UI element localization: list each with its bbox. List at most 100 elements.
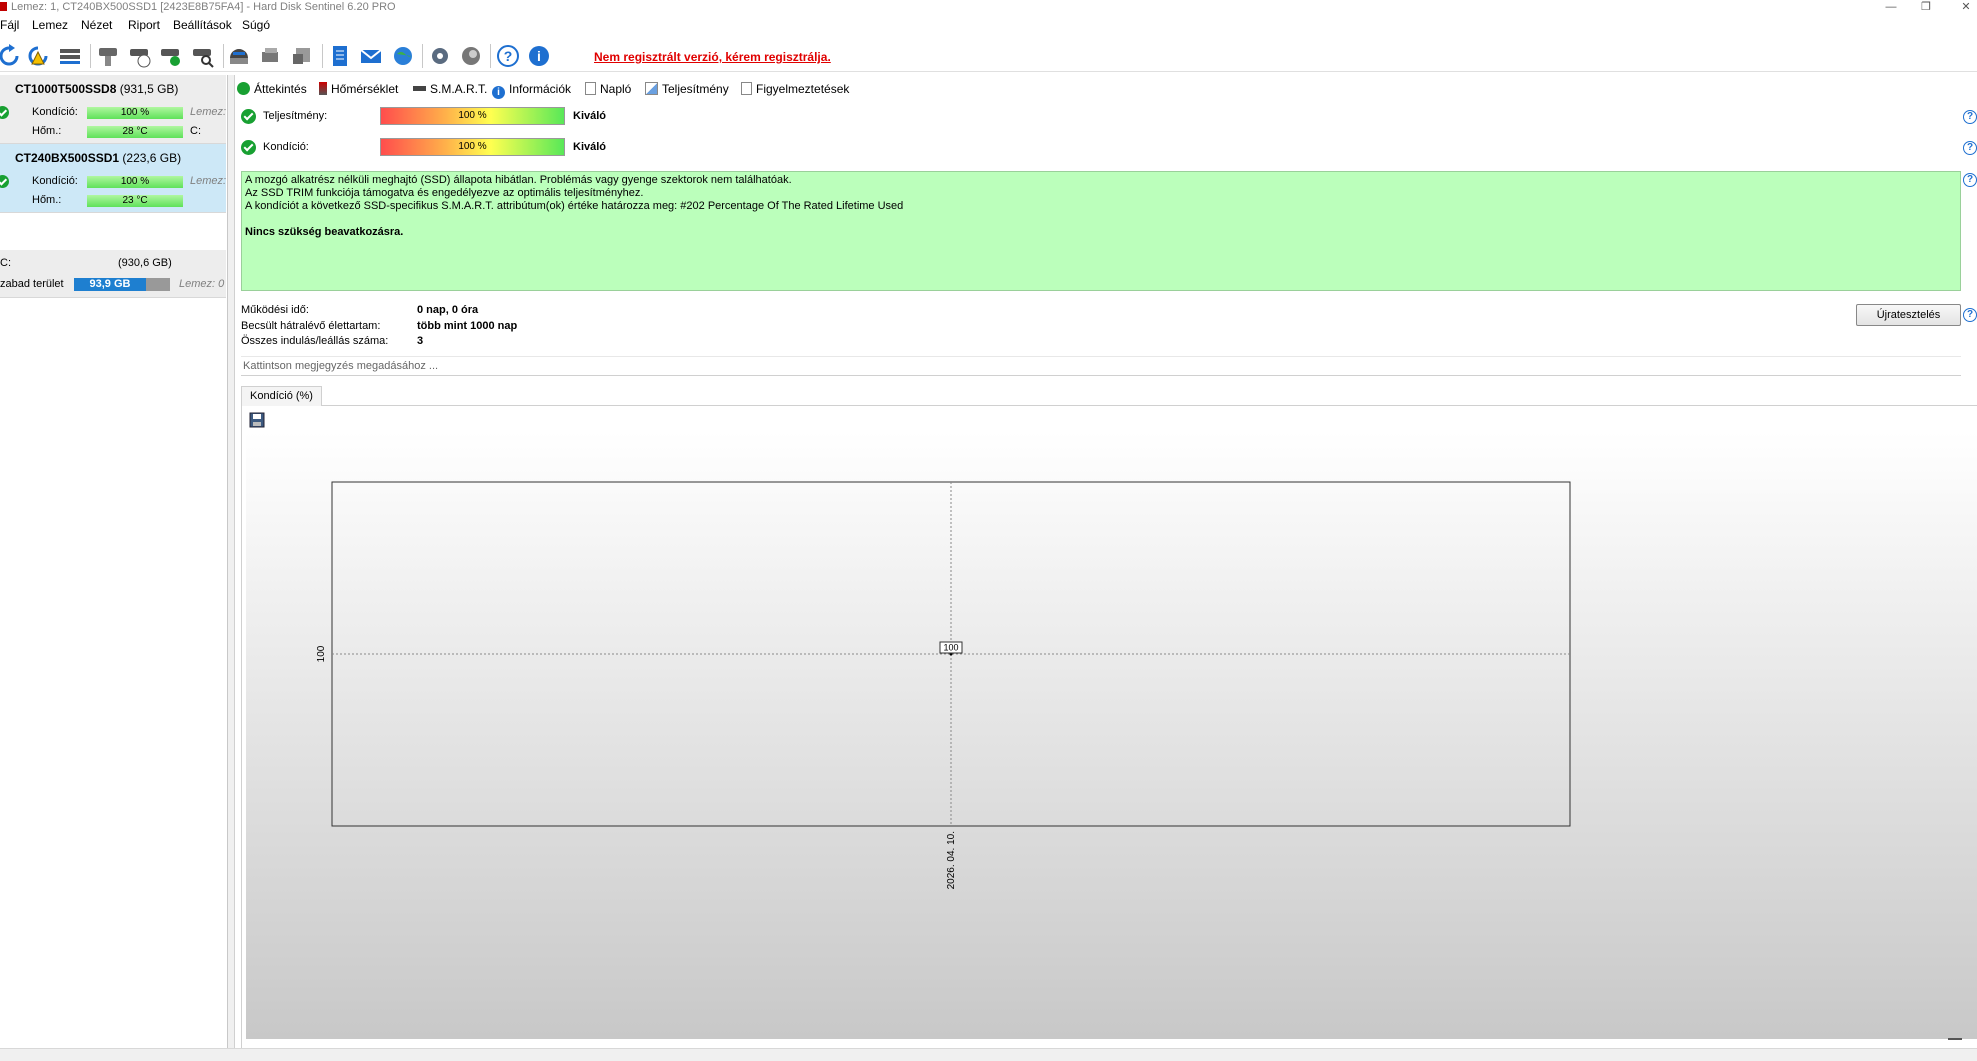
- free-space-label: zabad terület: [0, 278, 64, 290]
- collapse-button[interactable]: [1948, 1038, 1962, 1040]
- temperature-bar: 23 °C: [87, 195, 183, 207]
- title-bar: Lemez: 1, CT240BX500SSD1 [2423E8B75FA4] …: [0, 0, 1977, 14]
- condition-chart: 100 2026. 04. 10. 100: [246, 431, 1977, 1039]
- document-icon: [585, 82, 596, 95]
- info-icon: i: [492, 86, 505, 99]
- tab-temperature[interactable]: Hőmérséklet: [319, 80, 398, 98]
- toolbar: ? i Nem regisztrált verzió, kérem regisz…: [0, 38, 1977, 72]
- menu-bar: Fájl Lemez Nézet Riport Beállítások Súgó: [0, 16, 1977, 34]
- restore-button[interactable]: ❐: [1919, 0, 1933, 14]
- status-summary: A mozgó alkatrész nélküli meghajtó (SSD)…: [241, 171, 1961, 291]
- condition-rating: Kiváló: [573, 141, 607, 153]
- volume-disk-label: Lemez: 0: [179, 278, 225, 290]
- performance-row: Teljesítmény: 100 % Kiváló: [241, 107, 941, 127]
- summary-line: Az SSD TRIM funkciója támogatva és enged…: [245, 187, 644, 199]
- app-icon: [0, 2, 7, 11]
- toolbar-separator: [322, 44, 323, 68]
- temperature-row: Hőm.: 23 °C: [0, 194, 226, 208]
- disk-name: CT240BX500SSD1 (223,6 GB): [15, 151, 182, 165]
- spacer: [0, 213, 226, 250]
- registration-link[interactable]: Nem regisztrált verzió, kérem regisztrál…: [594, 50, 831, 64]
- disk-search-icon[interactable]: [190, 43, 216, 69]
- condition-bar: 100 %: [87, 176, 183, 188]
- disk-card-selected[interactable]: CT240BX500SSD1 (223,6 GB) Kondíció: 100 …: [0, 144, 226, 213]
- settings-icon[interactable]: [427, 43, 453, 69]
- toolbar-separator: [90, 44, 91, 68]
- disk-icon: [413, 86, 426, 91]
- condition-row: Kondíció: 100 % Lemez:: [0, 175, 226, 189]
- free-space-bar: 93,9 GB: [74, 278, 170, 291]
- volume-name: C:: [0, 257, 11, 269]
- help-icon[interactable]: ?: [1963, 173, 1977, 187]
- thermometer-icon: [319, 82, 327, 95]
- check-icon: [0, 175, 9, 188]
- toolbar-separator: [223, 44, 224, 68]
- tab-overview[interactable]: Áttekintés: [237, 80, 307, 98]
- document-icon: [741, 82, 752, 95]
- menu-file[interactable]: Fájl: [0, 16, 19, 34]
- svg-text:i: i: [537, 48, 541, 64]
- svg-text:?: ?: [504, 48, 513, 64]
- tab-alerts[interactable]: Figyelmeztetések: [741, 80, 849, 98]
- chart-tab-condition[interactable]: Kondíció (%): [241, 386, 322, 407]
- retest-button[interactable]: Újratesztelés: [1856, 304, 1961, 326]
- tab-bar: Áttekintés Hőmérséklet S.M.A.R.T. i Infor…: [235, 78, 1977, 99]
- close-button[interactable]: ✕: [1959, 0, 1973, 14]
- disk-drive-icon[interactable]: [289, 43, 315, 69]
- help-icon[interactable]: ?: [495, 43, 521, 69]
- menu-disk[interactable]: Lemez: [32, 16, 68, 34]
- performance-rating: Kiváló: [573, 110, 607, 122]
- check-icon: [0, 106, 9, 119]
- help-icon[interactable]: ?: [1963, 308, 1977, 322]
- refresh-warning-icon[interactable]: [25, 43, 51, 69]
- disk-surface-icon[interactable]: [226, 43, 252, 69]
- data-label: 100: [943, 643, 958, 653]
- volume-size: (930,6 GB): [118, 257, 172, 269]
- minimize-button[interactable]: —: [1884, 0, 1898, 14]
- disk-list-icon[interactable]: [57, 43, 83, 69]
- disk-list-panel: CT1000T500SSD8 (931,5 GB) Kondíció: 100 …: [0, 75, 228, 1061]
- disk-card[interactable]: CT1000T500SSD8 (931,5 GB) Kondíció: 100 …: [0, 75, 226, 144]
- tab-performance[interactable]: Teljesítmény: [645, 80, 729, 98]
- status-bar: [0, 1048, 1977, 1061]
- refresh-icon[interactable]: [0, 43, 22, 69]
- disk-clock-icon[interactable]: [127, 43, 153, 69]
- temperature-row: Hőm.: 28 °C C:: [32, 125, 201, 138]
- panel-splitter[interactable]: [228, 75, 235, 1061]
- condition-row: Kondíció: 100 % Lemez:: [0, 106, 226, 120]
- temperature-bar: 28 °C: [87, 126, 183, 138]
- disk-name: CT1000T500SSD8 (931,5 GB): [15, 82, 179, 96]
- chart-panel: 100 2026. 04. 10. 100: [241, 406, 1977, 1050]
- free-space-value: 93,9 GB: [89, 278, 131, 290]
- menu-report[interactable]: Riport: [128, 16, 160, 34]
- toolbar-separator: [422, 44, 423, 68]
- x-tick-label: 2026. 04. 10.: [946, 831, 957, 889]
- sound-icon[interactable]: [458, 43, 484, 69]
- menu-view[interactable]: Nézet: [81, 16, 112, 34]
- volume-card[interactable]: C: (930,6 GB) zabad terület 93,9 GB Leme…: [0, 250, 226, 298]
- info-icon[interactable]: i: [526, 43, 552, 69]
- window-title: Lemez: 1, CT240BX500SSD1 [2423E8B75FA4] …: [11, 1, 396, 13]
- email-icon[interactable]: [358, 43, 384, 69]
- save-icon[interactable]: [249, 412, 265, 428]
- condition-bar: 100 %: [380, 138, 565, 156]
- y-tick-label: 100: [316, 645, 327, 662]
- note-field[interactable]: Kattintson megjegyzés megadásához ...: [241, 356, 1961, 376]
- summary-line: A mozgó alkatrész nélküli meghajtó (SSD)…: [245, 174, 792, 186]
- tab-smart[interactable]: S.M.A.R.T.: [413, 80, 487, 98]
- disk-check-icon[interactable]: [158, 43, 184, 69]
- help-icon[interactable]: ?: [1963, 110, 1977, 124]
- uptime-row: Működési idő: 0 nap, 0 óra: [241, 304, 479, 316]
- lifetime-row: Becsült hátralévő élettartam: több mint 1…: [241, 320, 518, 332]
- menu-help[interactable]: Súgó: [242, 16, 270, 34]
- help-icon[interactable]: ?: [1963, 141, 1977, 155]
- tab-information[interactable]: i Információk: [492, 80, 571, 99]
- tab-log[interactable]: Napló: [585, 80, 631, 98]
- summary-line: A kondíciót a következő SSD-specifikus S…: [245, 200, 904, 212]
- report-icon[interactable]: [327, 43, 353, 69]
- disk-icon[interactable]: [95, 43, 121, 69]
- check-icon: [237, 82, 250, 95]
- disk-tools-icon[interactable]: [258, 43, 284, 69]
- menu-settings[interactable]: Beállítások: [173, 16, 232, 34]
- web-icon[interactable]: [390, 43, 416, 69]
